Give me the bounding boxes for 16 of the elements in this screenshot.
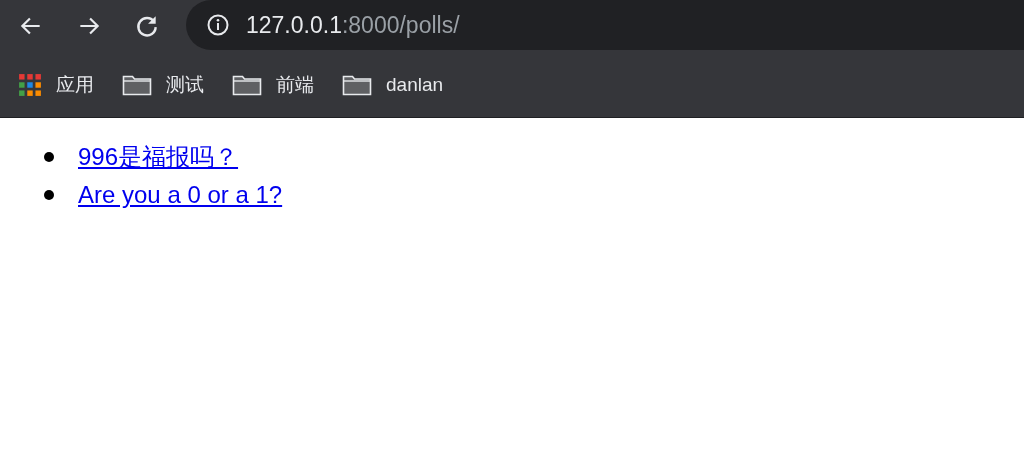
bullet-icon [44, 152, 54, 162]
folder-icon [232, 73, 262, 96]
url-text: 127.0.0.1:8000/polls/ [246, 11, 460, 39]
bookmark-item[interactable]: 应用 [18, 71, 94, 98]
bookmark-item[interactable]: 前端 [232, 71, 314, 98]
reload-icon[interactable] [134, 13, 160, 39]
bookmark-item[interactable]: danlan [342, 73, 444, 96]
bookmark-item[interactable]: 测试 [122, 71, 204, 98]
folder-icon [122, 73, 152, 96]
bullet-icon [44, 190, 54, 200]
poll-link[interactable]: Are you a 0 or a 1? [78, 181, 283, 209]
address-bar[interactable]: 127.0.0.1:8000/polls/ [186, 0, 1024, 50]
apps-grid-icon [18, 72, 42, 97]
folder-icon [342, 73, 372, 96]
info-icon[interactable] [206, 13, 230, 37]
poll-link[interactable]: 996是福报吗？ [78, 141, 239, 173]
